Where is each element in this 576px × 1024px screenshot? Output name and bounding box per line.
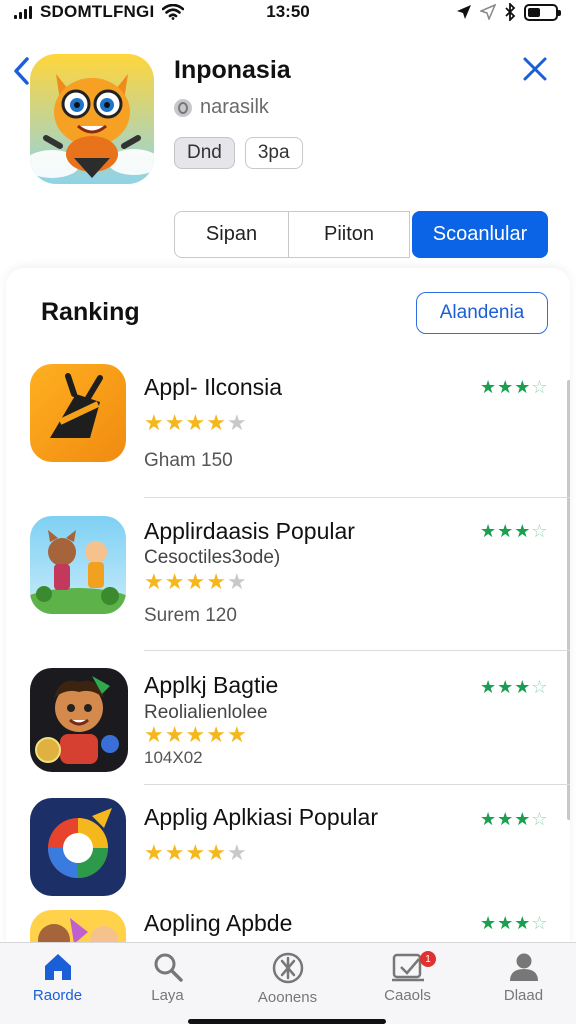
- ranking-card: Ranking Alandenia Appl- Ilconsia ★ ★ ★ ★ ★ G…: [6, 268, 570, 958]
- row-meta: Surem 120: [144, 605, 237, 626]
- list-item[interactable]: Applig Aplkiasi Popular ★ ★ ★ ★ ★ ★ ★ ★ ☆: [6, 798, 570, 908]
- compass-icon: [272, 952, 303, 984]
- green-rating-stars: ★ ★ ★ ☆: [480, 809, 548, 829]
- developer-icon: [174, 98, 192, 117]
- rating-stars: ★ ★ ★ ★ ★: [144, 722, 247, 747]
- segmented-control: Sipan Piiton Scoanlular: [174, 211, 548, 258]
- row-title: Appl- Ilconsia: [144, 374, 283, 400]
- rating-stars: ★ ★ ★ ★ ★: [144, 410, 247, 435]
- tab-label: Caaols: [384, 987, 431, 1004]
- battery-icon: [524, 3, 561, 21]
- row-meta: Gham 150: [144, 450, 233, 471]
- row-divider: [144, 497, 570, 498]
- tab-search[interactable]: Laya: [110, 951, 225, 1015]
- green-rating-stars: ★ ★ ★ ☆: [480, 377, 548, 397]
- chevron-left-icon: [14, 57, 29, 85]
- row-app-icon: [30, 798, 126, 896]
- app-icon: [30, 54, 154, 184]
- row-app-icon: [30, 668, 128, 772]
- tab-arcade[interactable]: Aoonens: [230, 951, 345, 1015]
- close-button[interactable]: [520, 54, 550, 84]
- developer-name: narasilk: [200, 96, 269, 118]
- row-divider: [144, 650, 570, 651]
- app-header: Inponasia narasilk Dnd 3pa: [0, 44, 576, 194]
- row-meta: 104X02: [144, 748, 203, 767]
- rating-stars: ★ ★ ★ ★ ★: [144, 840, 247, 865]
- tab-home[interactable]: Raorde: [0, 951, 115, 1015]
- row-subtitle: Cesoctiles3ode): [144, 547, 281, 568]
- app-title: Inponasia: [174, 56, 291, 84]
- developer-row[interactable]: narasilk: [174, 96, 269, 119]
- segment-1[interactable]: Sipan: [174, 211, 289, 258]
- bluetooth-icon: [505, 3, 516, 21]
- segment-2[interactable]: Piiton: [289, 211, 410, 258]
- row-app-icon: [30, 516, 126, 614]
- rating-stars: ★ ★ ★ ★ ★: [144, 569, 247, 594]
- row-title: Aopling Apbde: [144, 910, 293, 936]
- tab-label: Dlaad: [503, 987, 544, 1004]
- tab-updates[interactable]: 1 Caaols: [350, 951, 465, 1015]
- close-icon: [523, 57, 547, 81]
- chip-1[interactable]: Dnd: [174, 137, 235, 169]
- row-subtitle: Reolialienlolee: [144, 702, 268, 723]
- row-divider: [144, 784, 570, 785]
- list-item[interactable]: Appl- Ilconsia ★ ★ ★ ★ ★ Gham 150 ★ ★ ★ ☆: [6, 364, 570, 500]
- status-bar: SDOMTLFNGI 13:50: [0, 0, 576, 24]
- row-title: Applig Aplkiasi Popular: [144, 804, 378, 830]
- green-rating-stars: ★ ★ ★ ☆: [480, 677, 548, 697]
- tab-label: Laya: [151, 987, 184, 1004]
- section-button[interactable]: Alandenia: [416, 292, 548, 334]
- chip-2[interactable]: 3pa: [244, 137, 303, 169]
- home-icon: [44, 954, 71, 980]
- list-item[interactable]: Applirdaasis Popular Cesoctiles3ode) ★ ★ ★…: [6, 516, 570, 652]
- green-rating-stars: ★ ★ ★ ☆: [480, 521, 548, 541]
- search-icon: [154, 953, 183, 982]
- row-title: Applkj Bagtie: [144, 672, 279, 698]
- status-right: [456, 3, 561, 21]
- section-title: Ranking: [41, 298, 140, 326]
- tab-label: Aoonens: [257, 989, 318, 1006]
- tab-profile[interactable]: Dlaad: [466, 951, 576, 1015]
- green-rating-stars: ★ ★ ★ ☆: [480, 913, 548, 933]
- home-indicator: [188, 1019, 386, 1024]
- person-icon: [509, 953, 538, 981]
- location-outline-icon: [480, 4, 496, 20]
- list-item[interactable]: Applkj Bagtie Reolialienlolee ★ ★ ★ ★ ★ 104X…: [6, 668, 570, 786]
- location-icon: [457, 5, 471, 19]
- segment-3-selected[interactable]: Scoanlular: [412, 211, 548, 258]
- chip-group: Dnd 3pa: [174, 137, 303, 169]
- tab-label: Raorde: [32, 987, 83, 1004]
- tab-bar: Raorde Laya Aoonens 1 Caaols Dlaad: [0, 942, 576, 1024]
- row-title: Applirdaasis Popular: [144, 518, 355, 544]
- notification-badge: 1: [420, 951, 436, 967]
- row-app-icon: [30, 364, 126, 462]
